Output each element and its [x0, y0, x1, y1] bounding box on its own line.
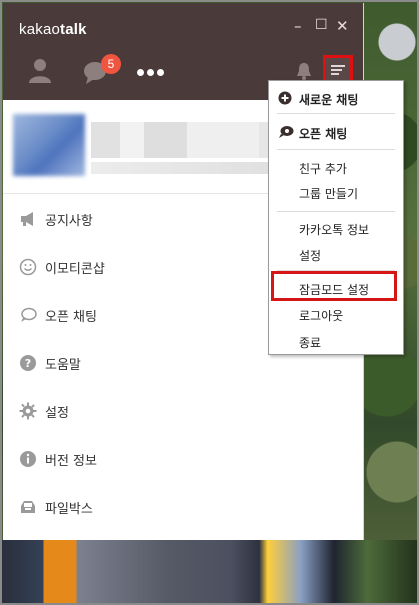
menu-item-label: 카카오톡 정보	[299, 223, 370, 237]
chat-badge: 5	[101, 54, 121, 74]
open-chat-icon	[21, 307, 37, 322]
side-item-version-info[interactable]: 버전 정보	[3, 441, 363, 481]
menu-item-settings[interactable]: 설정	[269, 243, 403, 265]
side-item-label: 공지사항	[45, 214, 93, 229]
svg-text:?: ?	[25, 357, 31, 370]
smiley-icon	[19, 258, 37, 276]
person-icon[interactable]	[27, 57, 53, 83]
profile-status-blurred	[91, 162, 271, 174]
avatar	[13, 114, 85, 176]
side-item-label: 오픈 채팅	[45, 310, 97, 325]
app-title-suffix: talk	[60, 21, 87, 38]
side-item-label: 파일박스	[45, 502, 93, 517]
minimize-button[interactable]: –	[294, 17, 302, 35]
new-chat-icon	[278, 91, 292, 105]
menu-item-exit[interactable]: 종료	[269, 330, 403, 352]
menu-item-label: 오픈 채팅	[299, 127, 348, 141]
menu-item-add-friend[interactable]: 친구 추가	[269, 156, 403, 178]
maximize-button[interactable]: ☐	[315, 17, 328, 33]
menu-item-label: 친구 추가	[299, 162, 347, 176]
open-chat-icon	[279, 126, 294, 138]
app-title-prefix: kakao	[19, 21, 61, 38]
menu-item-lock-mode[interactable]: 잠금모드 설정	[269, 277, 403, 299]
app-title: kakaotalk	[19, 21, 87, 38]
bell-icon[interactable]	[295, 61, 313, 81]
menu-item-label: 그룹 만들기	[299, 187, 359, 201]
megaphone-icon	[21, 212, 33, 226]
menu-item-logout[interactable]: 로그아웃	[269, 303, 403, 325]
menu-item-label: 새로운 채팅	[299, 93, 359, 107]
question-icon: ?	[20, 355, 36, 371]
menu-item-new-chat[interactable]: 새로운 채팅	[269, 87, 403, 109]
side-item-filebox[interactable]: 파일박스	[3, 489, 363, 529]
menu-item-label: 종료	[299, 336, 322, 350]
side-item-label: 버전 정보	[45, 454, 97, 469]
menu-item-label: 로그아웃	[299, 309, 344, 323]
menu-divider	[277, 211, 395, 212]
side-item-settings[interactable]: 설정	[3, 393, 363, 433]
menu-item-kakaotalk-info[interactable]: 카카오톡 정보	[269, 217, 403, 239]
more-dots-icon[interactable]	[137, 61, 167, 76]
menu-divider	[277, 113, 395, 114]
menu-item-label: 설정	[299, 249, 322, 263]
filebox-icon	[21, 501, 35, 513]
side-item-label: 도움말	[45, 358, 81, 373]
taskbar-blur	[2, 540, 417, 603]
menu-item-open-chat[interactable]: 오픈 채팅	[269, 121, 403, 143]
side-item-label: 이모티콘샵	[45, 262, 105, 277]
info-icon	[20, 451, 36, 467]
menu-divider	[277, 149, 395, 150]
menu-item-label: 잠금모드 설정	[299, 283, 370, 297]
side-item-label: 설정	[45, 406, 69, 421]
menu-icon	[331, 65, 345, 75]
gear-icon	[19, 402, 37, 420]
menu-item-create-group[interactable]: 그룹 만들기	[269, 181, 403, 203]
main-menu-dropdown: 새로운 채팅 오픈 채팅 친구 추가 그룹 만들기 카카오톡 정보 설정 잠금모…	[268, 80, 404, 355]
close-button[interactable]: ✕	[336, 17, 349, 35]
